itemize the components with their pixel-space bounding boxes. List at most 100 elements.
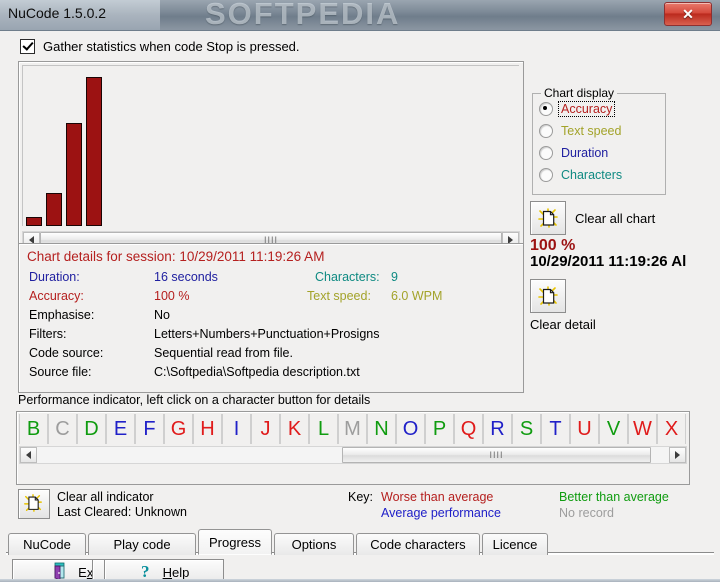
character-button-p[interactable]: P [425,414,454,444]
character-button-t[interactable]: T [541,414,570,444]
tab-nucode[interactable]: NuCode [8,533,86,555]
letters-scroll-thumb[interactable]: IIII [342,447,651,463]
tab-play-code[interactable]: Play code [88,533,196,555]
close-button[interactable]: ✕ [664,2,712,26]
letters-scroll-right-arrow-icon[interactable] [669,447,686,463]
detail-filters-value: Letters+Numbers+Punctuation+Prosigns [154,327,380,341]
character-button-v[interactable]: V [599,414,628,444]
key-norecord-label: No record [559,506,614,520]
chart-detail-panel: Chart details for session: 10/29/2011 11… [18,243,524,393]
page-sparkle-icon [537,207,559,229]
radio-accuracy-indicator[interactable] [539,102,553,116]
letters-scroll-track[interactable]: IIII [37,447,669,463]
detail-sourcefile-label: Source file: [29,365,92,379]
radio-text-speed[interactable]: Text speed [539,124,623,138]
radio-text-speed-indicator[interactable] [539,124,553,138]
radio-text-speed-label: Text speed [561,124,622,138]
character-button-m[interactable]: M [338,414,367,444]
tab-options[interactable]: Options [274,533,354,555]
chart-bar [66,123,82,226]
detail-codesource-label: Code source: [29,346,104,360]
gather-statistics-row[interactable]: Gather statistics when code Stop is pres… [20,39,300,54]
detail-characters-value: 9 [391,270,398,284]
character-button-d[interactable]: D [77,414,106,444]
svg-text:?: ? [141,562,150,580]
chart-bar [46,193,62,226]
letters-scroll-left-arrow-icon[interactable] [20,447,37,463]
window-title: NuCode 1.5.0.2 [8,5,107,21]
tab-strip: NuCode Play code Progress Options Code chara… [0,529,720,555]
help-label: Help [162,565,190,580]
chart-display-caption: Chart display [541,86,618,100]
title-bar: SOFTPEDIA NuCode 1.5.0.2 ✕ [0,0,720,30]
detail-accuracy-value: 100 % [154,289,190,303]
clear-all-chart-button[interactable] [530,201,566,235]
key-title: Key: [348,490,374,504]
chart-panel: IIII [18,61,524,253]
detail-filters-label: Filters: [29,327,67,341]
tab-licence[interactable]: Licence [482,533,548,555]
key-worse-label: Worse than average [381,490,494,504]
performance-indicator-caption: Performance indicator, left click on a c… [18,393,371,407]
key-legend: Key: Worse than average Better than aver… [348,489,669,521]
page-sparkle-icon [537,285,559,307]
clear-all-indicator-label: Clear all indicator [57,490,154,504]
page-sparkle-icon [23,493,45,515]
character-button-g[interactable]: G [164,414,193,444]
clear-all-indicator-button[interactable] [18,489,50,519]
detail-duration-label: Duration: [29,270,80,284]
detail-duration-value: 16 seconds [154,270,218,284]
character-button-k[interactable]: K [280,414,309,444]
character-button-e[interactable]: E [106,414,135,444]
character-button-l[interactable]: L [309,414,338,444]
clear-all-chart-row[interactable]: Clear all chart [530,201,655,235]
letters-horizontal-scrollbar[interactable]: IIII [19,446,687,464]
character-button-j[interactable]: J [251,414,280,444]
character-button-b[interactable]: B [19,414,48,444]
character-button-h[interactable]: H [193,414,222,444]
character-button-o[interactable]: O [396,414,425,444]
radio-accuracy[interactable]: Accuracy [539,101,616,117]
chart-plot-area [22,65,519,226]
clear-detail-button[interactable] [530,279,566,313]
character-button-w[interactable]: W [628,414,657,444]
radio-characters-label: Characters [561,168,623,182]
radio-characters-indicator[interactable] [539,168,553,182]
clear-all-chart-label: Clear all chart [575,210,656,226]
radio-duration-label: Duration [561,146,609,160]
detail-textspeed-value: 6.0 WPM [391,289,443,303]
character-button-u[interactable]: U [570,414,599,444]
bottom-button-bar: Exit ? Help [0,555,720,582]
key-average-label: Average performance [381,506,501,520]
character-buttons-row: BCDEFGHIJKLMNOPQRSTUVWX [19,414,686,444]
detail-textspeed-label: Text speed: [307,289,371,303]
radio-duration[interactable]: Duration [539,146,610,160]
tab-progress[interactable]: Progress [198,529,272,555]
character-button-f[interactable]: F [135,414,164,444]
clear-detail-group[interactable]: Clear detail [530,279,596,332]
character-button-c[interactable]: C [48,414,77,444]
gather-statistics-checkbox[interactable] [20,39,35,54]
character-button-x[interactable]: X [657,414,686,444]
chart-bars [26,66,102,226]
detail-emphasise-value: No [154,308,170,322]
clear-all-indicator-row[interactable]: Clear all indicator Last Cleared: Unknow… [18,489,187,520]
chart-bar [86,77,102,226]
detail-emphasise-label: Emphasise: [29,308,95,322]
key-better-label: Better than average [559,490,669,504]
radio-duration-indicator[interactable] [539,146,553,160]
last-cleared-label: Last Cleared: Unknown [57,505,187,519]
character-button-i[interactable]: I [222,414,251,444]
session-datetime-value: 10/29/2011 11:19:26 Al [530,253,687,270]
character-button-q[interactable]: Q [454,414,483,444]
detail-accuracy-label: Accuracy: [29,289,84,303]
gather-statistics-label: Gather statistics when code Stop is pres… [43,39,300,54]
performance-indicator-panel: BCDEFGHIJKLMNOPQRSTUVWX IIII [16,411,690,485]
chart-bar [26,217,42,226]
character-button-s[interactable]: S [512,414,541,444]
tab-code-characters[interactable]: Code characters [356,533,480,555]
radio-characters[interactable]: Characters [539,168,624,182]
character-button-r[interactable]: R [483,414,512,444]
radio-accuracy-label: Accuracy [557,101,616,117]
character-button-n[interactable]: N [367,414,396,444]
